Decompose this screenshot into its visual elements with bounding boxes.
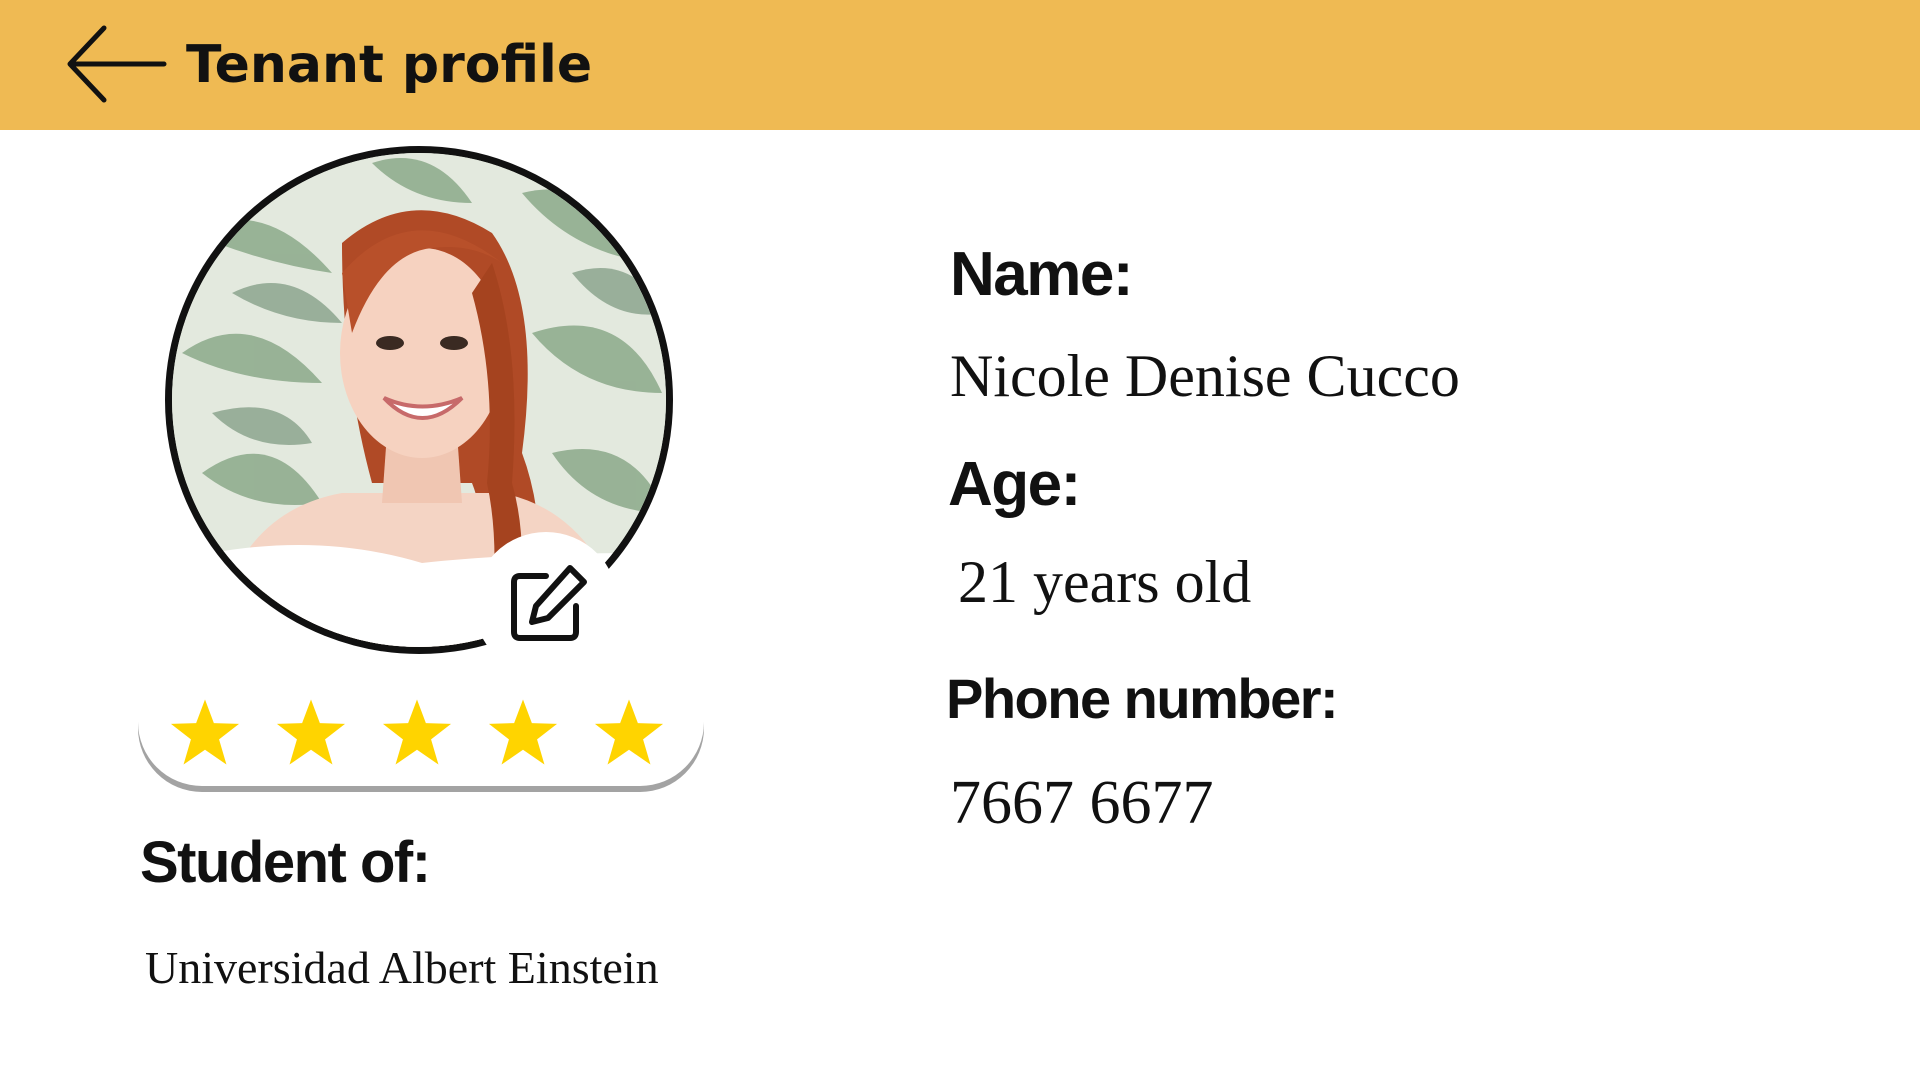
- phone-number-value: 7667 6677: [950, 769, 1214, 837]
- star-icon[interactable]: [592, 696, 666, 768]
- rating-card: [138, 672, 704, 786]
- name-value: Nicole Denise Cucco: [950, 343, 1460, 409]
- student-of-value: Universidad Albert Einstein: [145, 942, 659, 993]
- page-title: Tenant profile: [186, 35, 593, 95]
- star-icon[interactable]: [168, 696, 242, 768]
- arrow-left-icon: [67, 25, 167, 103]
- age-value: 21 years old: [958, 549, 1252, 615]
- phone-number-label: Phone number:: [946, 667, 1339, 730]
- edit-profile-button[interactable]: [474, 532, 618, 676]
- star-icon[interactable]: [274, 696, 348, 768]
- edit-icon: [511, 565, 587, 641]
- star-icon[interactable]: [486, 696, 560, 768]
- star-icon[interactable]: [380, 696, 454, 768]
- name-label: Name:: [950, 240, 1134, 309]
- header-bar: Tenant profile: [0, 0, 1920, 130]
- age-label: Age:: [948, 450, 1081, 519]
- student-of-label: Student of:: [140, 830, 431, 895]
- back-button[interactable]: [64, 22, 168, 106]
- tenant-profile-page: Tenant profile Student of: Universidad A…: [0, 0, 1920, 1080]
- star-rating[interactable]: [168, 696, 666, 768]
